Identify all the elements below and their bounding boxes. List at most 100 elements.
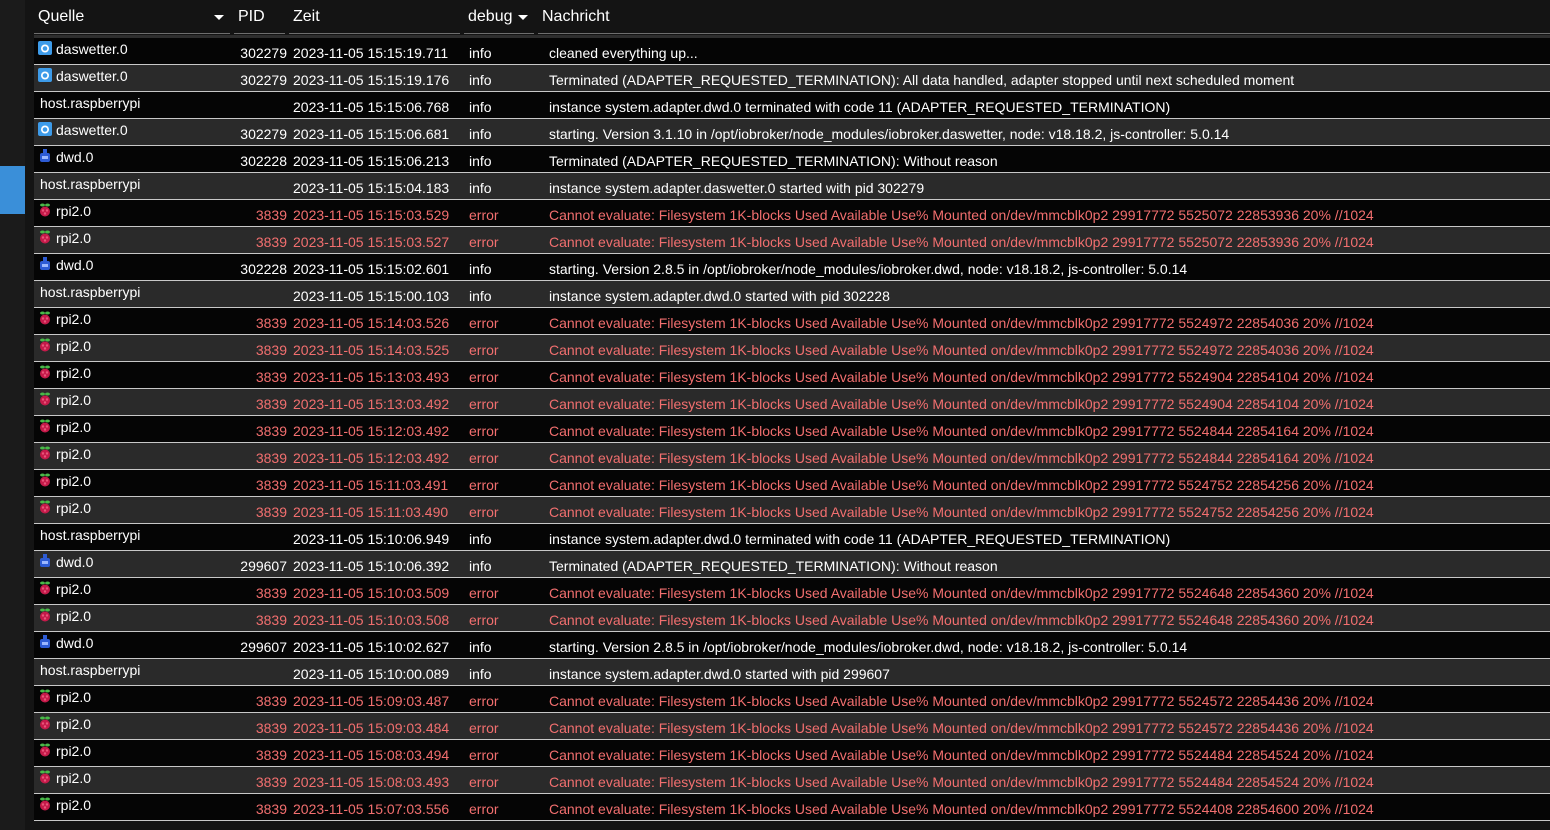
- raspberry-icon: [38, 446, 52, 460]
- log-source-text: rpi2.0: [56, 392, 92, 408]
- log-row[interactable]: host.raspberrypi 2023-11-05 15:15:04.183…: [34, 173, 1550, 200]
- log-row[interactable]: daswetter.0 302279 2023-11-05 15:15:06.6…: [34, 119, 1550, 146]
- log-pid: [234, 92, 289, 118]
- log-source: host.raspberrypi: [34, 659, 234, 685]
- log-level: error: [469, 369, 499, 385]
- log-source-text: rpi2.0: [56, 419, 92, 435]
- raspberry-icon: [38, 743, 52, 757]
- log-row[interactable]: daswetter.0 302279 2023-11-05 15:15:19.1…: [34, 65, 1550, 92]
- log-time: 2023-11-05 15:13:03.492: [293, 396, 450, 412]
- log-time: 2023-11-05 15:10:00.089: [293, 666, 450, 682]
- log-row[interactable]: rpi2.0 3839 2023-11-05 15:12:03.492 erro…: [34, 443, 1550, 470]
- level-filter[interactable]: debug: [464, 0, 534, 34]
- log-row[interactable]: rpi2.0 3839 2023-11-05 15:09:03.484 erro…: [34, 713, 1550, 740]
- log-source: dwd.0: [34, 551, 234, 577]
- log-row[interactable]: rpi2.0 3839 2023-11-05 15:14:03.526 erro…: [34, 308, 1550, 335]
- log-row[interactable]: dwd.0 302228 2023-11-05 15:15:02.601 inf…: [34, 254, 1550, 281]
- source-filter[interactable]: Quelle: [34, 0, 230, 34]
- log-pid: 3839: [255, 720, 287, 736]
- log-pid: [234, 524, 289, 550]
- log-time: 2023-11-05 15:14:03.526: [293, 315, 450, 331]
- log-row[interactable]: rpi2.0 3839 2023-11-05 15:13:03.493 erro…: [34, 362, 1550, 389]
- log-row[interactable]: rpi2.0 3839 2023-11-05 15:13:03.492 erro…: [34, 389, 1550, 416]
- level-dropdown-icon[interactable]: [518, 15, 528, 20]
- log-level: info: [469, 288, 492, 304]
- log-time: 2023-11-05 15:13:03.493: [293, 369, 450, 385]
- log-pid: 3839: [255, 612, 287, 628]
- log-level: info: [469, 45, 492, 61]
- log-level: info: [469, 261, 492, 277]
- log-row[interactable]: rpi2.0 3839 2023-11-05 15:08:03.494 erro…: [34, 740, 1550, 767]
- log-time: 2023-11-05 15:15:02.601: [293, 261, 450, 277]
- log-pid: 302228: [240, 261, 287, 277]
- log-message: starting. Version 2.8.5 in /opt/iobroker…: [549, 261, 1188, 277]
- log-row[interactable]: rpi2.0 3839 2023-11-05 15:11:03.491 erro…: [34, 470, 1550, 497]
- log-row[interactable]: host.raspberrypi 2023-11-05 15:15:00.103…: [34, 281, 1550, 308]
- log-row[interactable]: rpi2.0 3839 2023-11-05 15:11:03.490 erro…: [34, 497, 1550, 524]
- log-source: daswetter.0: [34, 38, 234, 64]
- log-source: rpi2.0: [34, 794, 234, 820]
- log-source: rpi2.0: [34, 686, 234, 712]
- left-rail: [0, 0, 25, 830]
- log-pid: 299607: [240, 639, 287, 655]
- log-message: Cannot evaluate: Filesystem 1K-blocks Us…: [549, 801, 1374, 817]
- raspberry-icon: [38, 392, 52, 406]
- log-source: host.raspberrypi: [34, 281, 234, 307]
- log-pid: [234, 659, 289, 685]
- log-message: instance system.adapter.dwd.0 terminated…: [549, 531, 1171, 547]
- log-row[interactable]: rpi2.0 3839 2023-11-05 15:14:03.525 erro…: [34, 335, 1550, 362]
- daswetter-icon: [38, 68, 52, 82]
- log-level: error: [469, 396, 499, 412]
- log-row[interactable]: rpi2.0 3839 2023-11-05 15:10:03.508 erro…: [34, 605, 1550, 632]
- log-row[interactable]: rpi2.0 3839 2023-11-05 15:12:03.492 erro…: [34, 416, 1550, 443]
- log-source-text: dwd.0: [56, 554, 94, 570]
- log-row[interactable]: rpi2.0 3839 2023-11-05 15:07:03.556 erro…: [34, 794, 1550, 821]
- log-message: Cannot evaluate: Filesystem 1K-blocks Us…: [549, 612, 1374, 628]
- log-source-text: dwd.0: [56, 635, 94, 651]
- log-row[interactable]: dwd.0 302228 2023-11-05 15:15:06.213 inf…: [34, 146, 1550, 173]
- log-row[interactable]: rpi2.0 3839 2023-11-05 15:10:03.509 erro…: [34, 578, 1550, 605]
- log-level: info: [469, 666, 492, 682]
- log-source-text: rpi2.0: [56, 689, 92, 705]
- log-level: error: [469, 612, 499, 628]
- log-message: Cannot evaluate: Filesystem 1K-blocks Us…: [549, 207, 1374, 223]
- log-row[interactable]: rpi2.0 3839 2023-11-05 15:09:03.487 erro…: [34, 686, 1550, 713]
- log-source-text: daswetter.0: [56, 68, 128, 84]
- log-source: rpi2.0: [34, 740, 234, 766]
- log-source: rpi2.0: [34, 389, 234, 415]
- active-nav-marker[interactable]: [0, 166, 25, 214]
- log-message: Cannot evaluate: Filesystem 1K-blocks Us…: [549, 315, 1374, 331]
- log-row[interactable]: dwd.0 299607 2023-11-05 15:10:06.392 inf…: [34, 551, 1550, 578]
- log-source: daswetter.0: [34, 119, 234, 145]
- log-level: info: [469, 639, 492, 655]
- raspberry-icon: [38, 581, 52, 595]
- log-row[interactable]: rpi2.0 3839 2023-11-05 15:15:03.527 erro…: [34, 227, 1550, 254]
- raspberry-icon: [38, 716, 52, 730]
- log-source-text: host.raspberrypi: [40, 527, 141, 543]
- log-message: starting. Version 3.1.10 in /opt/iobroke…: [549, 126, 1230, 142]
- log-row[interactable]: dwd.0 299607 2023-11-05 15:10:02.627 inf…: [34, 632, 1550, 659]
- log-level: info: [469, 72, 492, 88]
- source-dropdown-icon[interactable]: [214, 15, 224, 20]
- log-source: rpi2.0: [34, 605, 234, 631]
- log-row[interactable]: rpi2.0 3839 2023-11-05 15:08:03.493 erro…: [34, 767, 1550, 794]
- log-row[interactable]: host.raspberrypi 2023-11-05 15:10:06.949…: [34, 524, 1550, 551]
- raspberry-icon: [38, 797, 52, 811]
- log-message: Terminated (ADAPTER_REQUESTED_TERMINATIO…: [549, 558, 998, 574]
- log-level: info: [469, 180, 492, 196]
- log-source-text: rpi2.0: [56, 338, 92, 354]
- daswetter-icon: [38, 122, 52, 136]
- log-row[interactable]: rpi2.0 3839 2023-11-05 15:15:03.529 erro…: [34, 200, 1550, 227]
- log-message: instance system.adapter.daswetter.0 star…: [549, 180, 925, 196]
- dwd-icon: [38, 149, 52, 163]
- log-row[interactable]: daswetter.0 302279 2023-11-05 15:15:19.7…: [34, 38, 1550, 65]
- log-row[interactable]: host.raspberrypi 2023-11-05 15:10:00.089…: [34, 659, 1550, 686]
- log-source: rpi2.0: [34, 308, 234, 334]
- raspberry-icon: [38, 419, 52, 433]
- log-row[interactable]: host.raspberrypi 2023-11-05 15:15:06.768…: [34, 92, 1550, 119]
- log-pid: 3839: [255, 234, 287, 250]
- raspberry-icon: [38, 500, 52, 514]
- log-time: 2023-11-05 15:07:03.556: [293, 801, 450, 817]
- time-header: Zeit: [289, 0, 460, 34]
- log-time: 2023-11-05 15:15:19.176: [293, 72, 450, 88]
